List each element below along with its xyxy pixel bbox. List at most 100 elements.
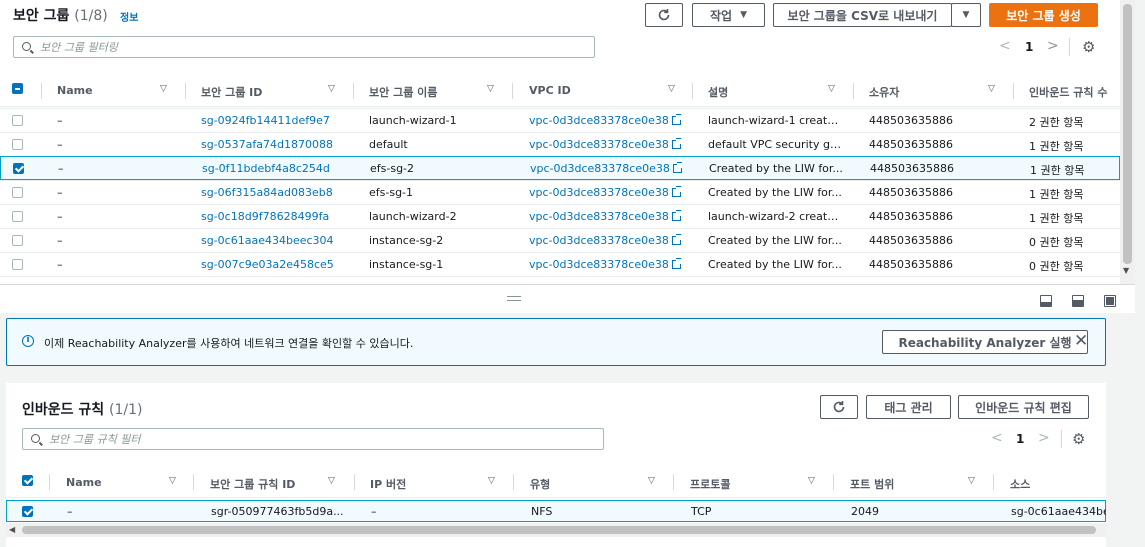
cell-group-id[interactable]: sg-0c61aae434beec304 (201, 234, 334, 247)
cell-vpc-id[interactable]: vpc-0d3dce83378ce0e38 (529, 210, 681, 223)
scrollbar-thumb[interactable] (1123, 4, 1132, 264)
cell-group-id[interactable]: sg-0924fb14411def9e7 (201, 114, 330, 127)
cell-group-id-text: sg-007c9e03a2e458ce5 (201, 258, 334, 271)
row-checkbox[interactable] (12, 259, 23, 270)
cell-group-id[interactable]: sg-06f315a84ad083eb8 (201, 186, 333, 199)
select-all-rules-checkbox[interactable] (22, 475, 33, 486)
info-link[interactable]: 정보 (120, 9, 138, 24)
row-checkbox[interactable] (12, 115, 23, 126)
page-number[interactable]: 1 (1025, 40, 1033, 54)
sort-icon[interactable]: ▽ (808, 476, 815, 486)
cell-owner-text: 448503635886 (869, 138, 953, 151)
sort-icon[interactable]: ▽ (828, 84, 835, 94)
cell-vpc-id[interactable]: vpc-0d3dce83378ce0e38 (529, 138, 681, 151)
reachability-analyzer-button[interactable]: Reachability Analyzer 실행 (882, 330, 1088, 354)
cell-owner-text: 448503635886 (869, 186, 953, 199)
sort-icon[interactable]: ▽ (169, 476, 176, 486)
cell-owner: 448503635886 (869, 234, 953, 247)
table-row[interactable]: – sg-0f11bdebf4a8c254d efs-sg-2 vpc-0d3dce8… (0, 156, 1120, 180)
security-group-filter-input[interactable]: 보안 그룹 필터링 (13, 36, 595, 58)
sort-icon[interactable]: ▽ (648, 476, 655, 486)
rule-col-type[interactable]: 유형 (530, 476, 550, 492)
create-security-group-button[interactable]: 보안 그룹 생성 (989, 3, 1098, 27)
table-row[interactable]: – sg-0c18d9f78628499fa launch-wizard-2 vpc-… (0, 204, 1120, 228)
row-checkbox[interactable] (12, 187, 23, 198)
sort-icon[interactable]: ▽ (160, 84, 167, 94)
manage-tags-button[interactable]: 태그 관리 (866, 395, 951, 419)
panel-full-icon[interactable] (1104, 295, 1116, 307)
sort-icon[interactable]: ▽ (968, 476, 975, 486)
settings-gear-icon[interactable]: ⚙ (1082, 38, 1095, 56)
cell-group-id[interactable]: sg-0f11bdebf4a8c254d (202, 162, 330, 175)
col-header-group-name[interactable]: 보안 그룹 이름 (369, 84, 437, 100)
prev-page-icon[interactable]: < (999, 38, 1011, 54)
rule-col-protocol[interactable]: 프로토콜 (690, 476, 730, 492)
cell-group-id[interactable]: sg-0c18d9f78628499fa (201, 210, 329, 223)
cell-vpc-id-text: vpc-0d3dce83378ce0e38 (529, 114, 669, 127)
sort-icon[interactable]: ▽ (488, 476, 495, 486)
col-header-group-id[interactable]: 보안 그룹 ID (201, 84, 262, 100)
col-header-inbound-count[interactable]: 인바운드 규칙 수 (1029, 84, 1108, 100)
cell-group-id[interactable]: sg-007c9e03a2e458ce5 (201, 258, 334, 271)
rule-col-id[interactable]: 보안 그룹 규칙 ID (210, 476, 295, 492)
edit-inbound-label: 인바운드 규칙 편집 (975, 400, 1072, 415)
next-page-icon[interactable]: > (1047, 38, 1059, 54)
page-number[interactable]: 1 (1016, 432, 1024, 446)
row-checkbox[interactable] (13, 163, 24, 174)
scroll-left-arrow-icon[interactable]: ◀ (9, 525, 15, 534)
sort-icon[interactable]: ▽ (668, 84, 675, 94)
cell-vpc-id[interactable]: vpc-0d3dce83378ce0e38 (530, 162, 682, 175)
rule-col-port-range[interactable]: 포트 범위 (850, 476, 894, 492)
close-icon[interactable]: ✕ (1074, 331, 1088, 351)
table-row[interactable]: – sg-0924fb14411def9e7 launch-wizard-1 vpc-… (0, 108, 1120, 132)
cell-vpc-id[interactable]: vpc-0d3dce83378ce0e38 (529, 234, 681, 247)
panel-bottom-icon[interactable] (1040, 295, 1052, 307)
select-all-checkbox[interactable] (12, 83, 23, 94)
cell-inbound-count: 0 권한 항목 (1029, 258, 1083, 274)
refresh-button[interactable] (645, 3, 683, 27)
vertical-scrollbar[interactable]: ▼ (1120, 0, 1135, 284)
rule-row[interactable]: – sgr-050977463fb5d9a... – NFS TCP 2049 sg-0c6… (6, 500, 1106, 522)
inbound-refresh-button[interactable] (820, 395, 858, 419)
col-header-description[interactable]: 설명 (708, 84, 728, 100)
cell-description: Created by the LIW for... (708, 234, 842, 247)
sort-icon[interactable]: ▽ (988, 84, 995, 94)
table-row[interactable]: – sg-06f315a84ad083eb8 efs-sg-1 vpc-0d3dce8… (0, 180, 1120, 204)
cell-group-id[interactable]: sg-0537afa74d1870088 (201, 138, 333, 151)
prev-page-icon[interactable]: < (991, 430, 1003, 446)
col-header-name[interactable]: Name (57, 84, 93, 97)
col-header-owner[interactable]: 소유자 (869, 84, 899, 100)
row-checkbox[interactable] (12, 235, 23, 246)
col-header-vpc-id[interactable]: VPC ID (529, 84, 571, 97)
sort-icon[interactable]: ▽ (487, 84, 494, 94)
cell-vpc-id[interactable]: vpc-0d3dce83378ce0e38 (529, 258, 681, 271)
column-separator (853, 83, 854, 99)
cell-vpc-id[interactable]: vpc-0d3dce83378ce0e38 (529, 114, 681, 127)
next-page-icon[interactable]: > (1038, 430, 1050, 446)
drag-handle-icon[interactable] (507, 296, 521, 301)
table-row[interactable]: – sg-007c9e03a2e458ce5 instance-sg-1 vpc-0d… (0, 252, 1120, 276)
rule-col-ip-version[interactable]: IP 버전 (370, 476, 406, 492)
horizontal-scrollbar[interactable]: ◀ (6, 523, 1106, 537)
sort-icon[interactable]: ▽ (328, 84, 335, 94)
row-checkbox[interactable] (12, 139, 23, 150)
table-row[interactable]: – sg-0537afa74d1870088 default vpc-0d3dce83… (0, 132, 1120, 156)
rule-col-name[interactable]: Name (66, 476, 102, 489)
settings-gear-icon[interactable]: ⚙ (1072, 430, 1085, 448)
scroll-down-arrow-icon[interactable]: ▼ (1123, 266, 1129, 275)
scrollbar-thumb[interactable] (22, 526, 1096, 534)
rule-col-source[interactable]: 소스 (1010, 476, 1030, 492)
rule-row-checkbox[interactable] (22, 506, 33, 517)
row-checkbox[interactable] (12, 211, 23, 222)
cell-description-text: default VPC security gr... (708, 138, 843, 151)
cell-owner: 448503635886 (869, 138, 953, 151)
edit-inbound-rules-button[interactable]: 인바운드 규칙 편집 (958, 395, 1089, 419)
sort-icon[interactable]: ▽ (328, 476, 335, 486)
table-row[interactable]: – sg-0c61aae434beec304 instance-sg-2 vpc-0d… (0, 228, 1120, 252)
panel-side-icon[interactable] (1072, 295, 1084, 307)
actions-dropdown[interactable]: 작업 ▼ (692, 3, 765, 27)
rule-filter-input[interactable]: 보안 그룹 규칙 필터 (22, 428, 604, 450)
export-csv-button[interactable]: 보안 그룹을 CSV로 내보내기 (773, 3, 952, 27)
export-options-button[interactable]: ▼ (951, 3, 981, 27)
cell-vpc-id[interactable]: vpc-0d3dce83378ce0e38 (529, 186, 681, 199)
